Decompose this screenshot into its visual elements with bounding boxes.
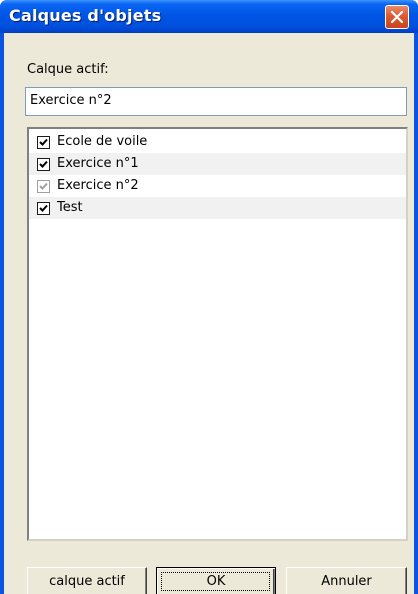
layer-checkbox: [37, 180, 50, 193]
checkmark-icon: [39, 204, 48, 212]
title-bar[interactable]: Calques d'objets: [0, 0, 418, 33]
checkmark-icon: [39, 138, 48, 146]
set-active-layer-button[interactable]: calque actif: [27, 567, 147, 594]
layer-label: Test: [57, 200, 83, 215]
layer-checkbox[interactable]: [37, 136, 50, 149]
focus-rectangle: [161, 572, 270, 591]
list-item-layer-2[interactable]: Exercice n°2: [29, 175, 406, 197]
list-item-layer-0[interactable]: Ecole de voile: [29, 131, 406, 153]
dialog-window: Calques d'objets Calque actif: Exercice …: [0, 0, 418, 594]
cancel-button[interactable]: Annuler: [286, 567, 407, 594]
checkmark-icon: [39, 182, 48, 190]
close-icon: [390, 10, 404, 24]
active-layer-field[interactable]: Exercice n°2: [25, 87, 407, 116]
layer-label: Exercice n°2: [57, 178, 139, 193]
close-button[interactable]: [385, 5, 409, 29]
layer-label: Exercice n°1: [57, 156, 139, 171]
list-item-layer-3[interactable]: Test: [29, 197, 406, 219]
layer-checkbox[interactable]: [37, 202, 50, 215]
dialog-body: Calque actif: Exercice n°2 Ecole de voil…: [4, 33, 414, 594]
ok-button[interactable]: OK: [156, 567, 276, 594]
layer-checkbox[interactable]: [37, 158, 50, 171]
window-title: Calques d'objets: [9, 6, 162, 25]
active-layer-label: Calque actif:: [27, 62, 109, 77]
list-item-layer-1[interactable]: Exercice n°1: [29, 153, 406, 175]
layer-label: Ecole de voile: [57, 134, 148, 149]
layer-list[interactable]: Ecole de voile Exercice n°1 Exercice n°2: [27, 127, 408, 541]
checkmark-icon: [39, 160, 48, 168]
